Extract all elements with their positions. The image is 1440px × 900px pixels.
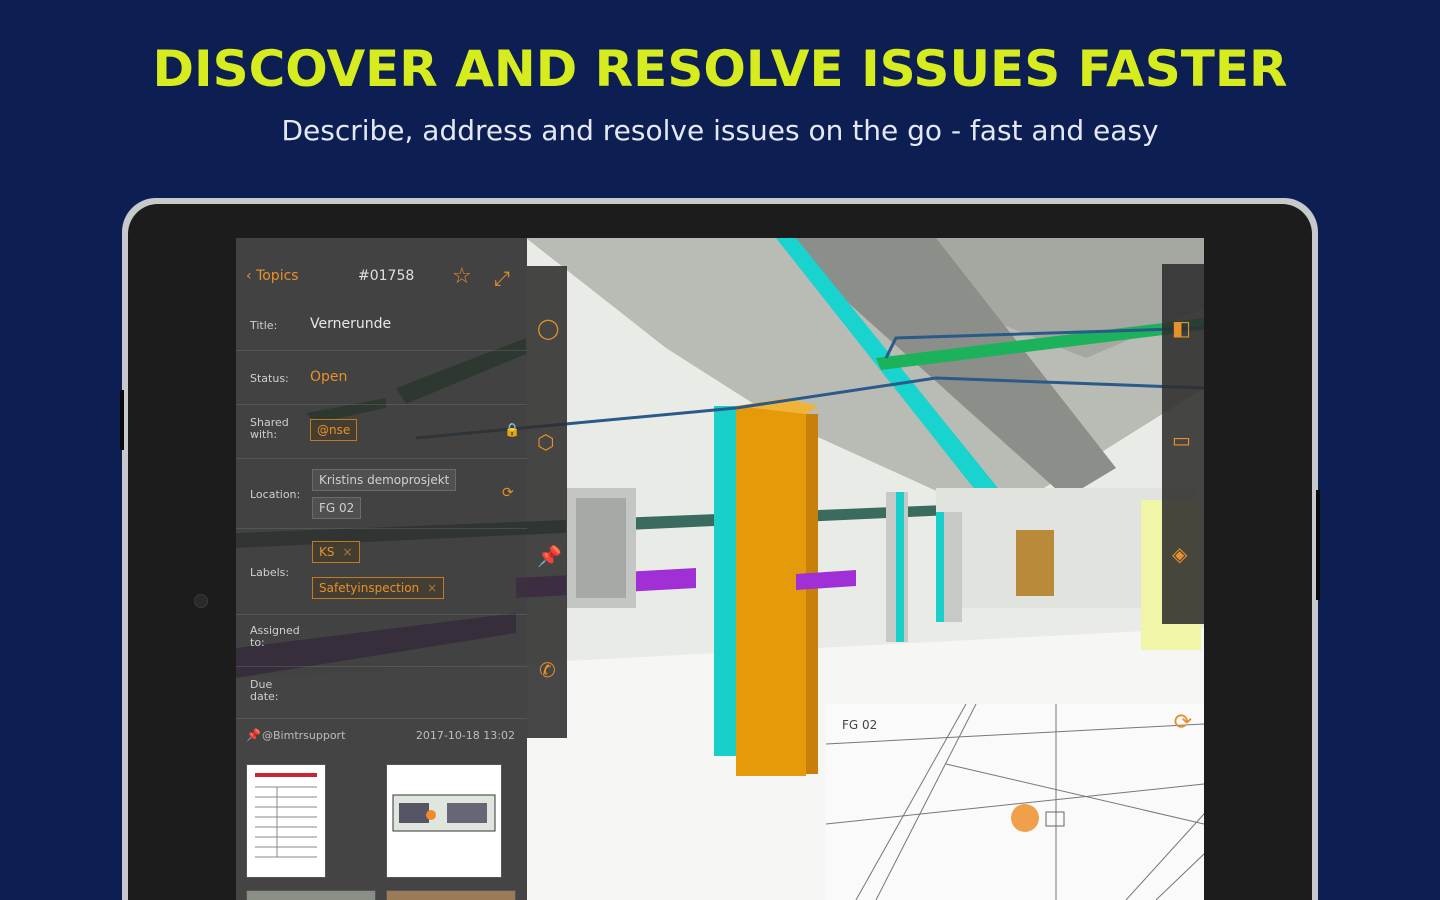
side-button bbox=[120, 390, 124, 450]
right-tool-strip: ◧ ▭ ◈ bbox=[1162, 264, 1204, 624]
phone-icon[interactable]: ✆ bbox=[539, 658, 556, 682]
comment-header: 📌 @Bimtrsupport 2017-10-18 13:02 bbox=[236, 718, 527, 752]
topics-back-link[interactable]: ‹ Topics bbox=[246, 268, 299, 284]
assigned-row[interactable]: Assigned to: bbox=[236, 614, 527, 666]
shared-label: Shared with: bbox=[250, 416, 289, 441]
attachment-thumbnail-photo[interactable] bbox=[246, 890, 376, 900]
orange-box-icon[interactable]: ◧ bbox=[1172, 316, 1191, 340]
title-value: Vernerunde bbox=[310, 316, 392, 332]
attachment-thumbnail-plan[interactable] bbox=[386, 764, 502, 878]
camera-icon bbox=[194, 594, 208, 608]
attachment-thumbnail-photo[interactable] bbox=[386, 890, 516, 900]
minimap-floor-label: FG 02 bbox=[842, 718, 878, 732]
topics-back-label: Topics bbox=[256, 268, 299, 284]
floor-plan-minimap[interactable]: FG 02 ⟳ bbox=[826, 704, 1204, 900]
due-date-label: Due date: bbox=[250, 678, 279, 703]
labels-label: Labels: bbox=[250, 566, 290, 579]
attachment-thumbnail-form[interactable] bbox=[246, 764, 326, 878]
refresh-icon[interactable]: ⟳ bbox=[1174, 710, 1192, 735]
lock-icon: 🔒 bbox=[504, 423, 521, 438]
side-button bbox=[1316, 490, 1320, 600]
issue-panel: ‹ Topics #01758 ☆ ⤢ Title: Vernerunde St… bbox=[236, 238, 527, 900]
issue-id: #01758 bbox=[358, 268, 415, 284]
title-label: Title: bbox=[250, 319, 278, 332]
layers-icon[interactable]: ◈ bbox=[1172, 542, 1187, 566]
remove-icon[interactable]: × bbox=[343, 545, 353, 559]
status-label: Status: bbox=[250, 372, 289, 385]
promo-subline: Describe, address and resolve issues on … bbox=[281, 114, 1159, 147]
left-tool-strip: ◯ ⬡ 📌 ✆ bbox=[527, 266, 567, 738]
status-row[interactable]: Status: Open bbox=[236, 350, 527, 404]
label-chip-ks[interactable]: KS × bbox=[312, 541, 360, 563]
location-row[interactable]: Location: Kristins demoprosjekt FG 02 ⟳ bbox=[236, 458, 527, 528]
shared-row[interactable]: Shared with: @nse 🔒 bbox=[236, 404, 527, 458]
location-marker[interactable] bbox=[1011, 804, 1039, 832]
label-chip-safety[interactable]: Safetyinspection × bbox=[312, 577, 445, 599]
expand-icon[interactable]: ⤢ bbox=[494, 266, 510, 290]
labels-row[interactable]: Labels: KS × Safetyinspection × bbox=[236, 528, 527, 614]
label-chip-text: Safetyinspection bbox=[319, 581, 420, 595]
floor-plan-drawing bbox=[826, 704, 1204, 900]
remove-icon[interactable]: × bbox=[427, 581, 437, 595]
pin-icon[interactable]: 📌 bbox=[537, 544, 562, 568]
pin-icon: 📌 bbox=[246, 728, 261, 742]
location-chip-project[interactable]: Kristins demoprosjekt bbox=[312, 469, 457, 491]
location-chip-floor[interactable]: FG 02 bbox=[312, 497, 362, 519]
ellipse-icon[interactable]: ◯ bbox=[537, 316, 559, 340]
star-icon[interactable]: ☆ bbox=[452, 264, 472, 289]
assigned-label: Assigned to: bbox=[250, 624, 300, 649]
location-label: Location: bbox=[250, 488, 301, 501]
app-screen: ‹ Topics #01758 ☆ ⤢ Title: Vernerunde St… bbox=[236, 238, 1204, 900]
cube-icon[interactable]: ⬡ bbox=[537, 430, 554, 454]
refresh-icon[interactable]: ⟳ bbox=[502, 485, 514, 501]
chevron-left-icon: ‹ bbox=[246, 268, 252, 284]
label-chip-text: KS bbox=[319, 545, 335, 559]
comment-user: @Bimtrsupport bbox=[262, 729, 346, 742]
comment-date: 2017-10-18 13:02 bbox=[415, 729, 515, 742]
due-date-row[interactable]: Due date: bbox=[236, 666, 527, 718]
title-row[interactable]: Title: Vernerunde bbox=[236, 298, 527, 350]
shared-chip[interactable]: @nse bbox=[310, 419, 358, 441]
status-value: Open bbox=[310, 369, 348, 385]
folder-icon[interactable]: ▭ bbox=[1172, 428, 1191, 452]
promo-headline: DISCOVER AND RESOLVE ISSUES FASTER bbox=[152, 40, 1288, 98]
